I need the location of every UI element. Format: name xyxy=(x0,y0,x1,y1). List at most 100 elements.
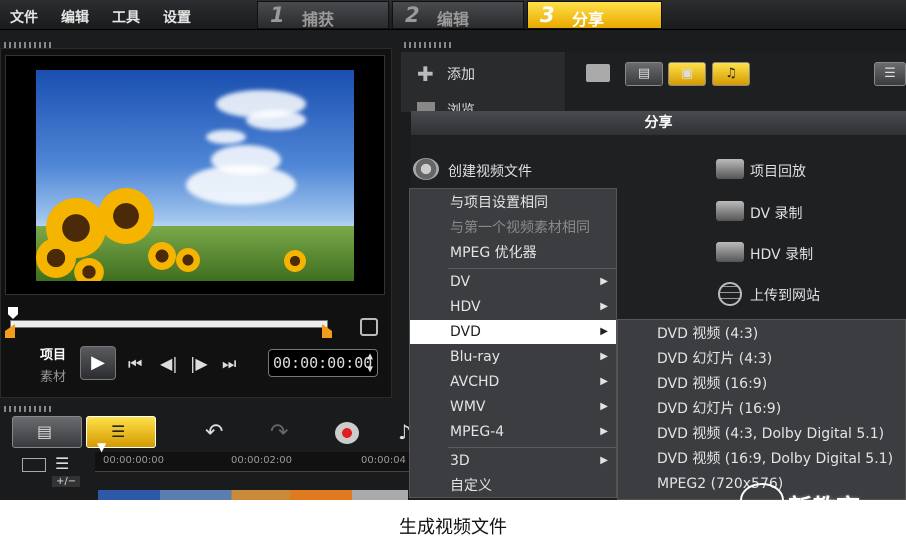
submenu-arrow-icon: ▶ xyxy=(600,326,608,337)
menu-item-label: 自定义 xyxy=(450,478,492,494)
submenu-item-dvd-video-4-3[interactable]: DVD 视频 (4:3) xyxy=(618,322,905,347)
submenu-item-dvd-video-4-3-dolby[interactable]: DVD 视频 (4:3, Dolby Digital 5.1) xyxy=(618,422,905,447)
add-button[interactable]: 添加 xyxy=(447,64,475,84)
timeline-icon: ☰ xyxy=(111,422,126,441)
next-frame-icon[interactable]: |▶ xyxy=(190,354,208,373)
submenu-item-dvd-video-16-9-dolby[interactable]: DVD 视频 (16:9, Dolby Digital 5.1) xyxy=(618,447,905,472)
music-note-icon: ♫ xyxy=(725,66,737,81)
menu-item-mpeg4[interactable]: MPEG-4 ▶ xyxy=(410,420,616,444)
dvd-submenu: DVD 视频 (4:3) DVD 幻灯片 (4:3) DVD 视频 (16:9)… xyxy=(617,319,906,500)
menu-item-label: WMV xyxy=(450,399,486,415)
scrubber-bar[interactable] xyxy=(10,320,328,328)
audio-filter-button[interactable]: ♫ xyxy=(712,62,750,86)
submenu-arrow-icon: ▶ xyxy=(600,401,608,412)
redo-icon[interactable]: ↷ xyxy=(270,420,288,445)
step-share-tab[interactable]: 3 分享 xyxy=(527,1,662,29)
menu-item-same-as-project[interactable]: 与项目设置相同 xyxy=(410,191,616,215)
upload-to-web-button[interactable]: 上传到网站 xyxy=(750,285,820,305)
menu-item-label: AVCHD xyxy=(450,374,500,390)
menu-item-custom[interactable]: 自定义 xyxy=(410,474,616,498)
menu-item-label: 与第一个视频素材相同 xyxy=(450,220,590,236)
undo-icon[interactable]: ↶ xyxy=(205,420,223,445)
play-button[interactable]: ▶ xyxy=(80,346,116,380)
menu-item-mpeg-optimizer[interactable]: MPEG 优化器 xyxy=(410,241,616,265)
timeline-ruler[interactable]: ▼ 00:00:00:00 00:00:02:00 00:00:04 xyxy=(95,440,410,472)
go-to-end-icon[interactable]: ⏭ xyxy=(222,354,236,374)
hdv-camera-icon xyxy=(716,242,744,262)
ruler-tick: 00:00:00:00 xyxy=(103,455,165,466)
submenu-arrow-icon: ▶ xyxy=(600,351,608,362)
preview-image xyxy=(36,70,354,281)
timecode-stepper-icon[interactable]: ▲ ▼ xyxy=(367,350,373,376)
menu-item-label: 与项目设置相同 xyxy=(450,195,548,211)
play-icon: ▶ xyxy=(91,352,105,373)
library-sidebar: ✚ 添加 浏览 xyxy=(401,52,565,119)
video-format-menu: 与项目设置相同 与第一个视频素材相同 MPEG 优化器 DV ▶ HDV ▶ D… xyxy=(409,188,617,498)
submenu-arrow-icon: ▶ xyxy=(600,301,608,312)
submenu-arrow-icon: ▶ xyxy=(600,276,608,287)
previous-frame-icon[interactable]: ◀| xyxy=(160,354,178,373)
picture-icon: ▣ xyxy=(680,66,694,81)
step-edit-tab[interactable]: 2 编辑 xyxy=(392,1,524,29)
menu-item-3d[interactable]: 3D ▶ xyxy=(410,449,616,473)
panel-grip[interactable] xyxy=(404,42,454,48)
video-filter-button[interactable]: ▤ xyxy=(625,62,663,86)
record-icon[interactable] xyxy=(335,422,359,444)
track-manager-icon[interactable] xyxy=(22,458,46,472)
enlarge-icon[interactable] xyxy=(360,318,378,336)
image-filter-button[interactable]: ▣ xyxy=(668,62,706,86)
go-to-start-icon[interactable]: ⏮ xyxy=(128,354,142,374)
playhead-icon[interactable]: ▼ xyxy=(97,440,106,454)
menu-item-dv[interactable]: DV ▶ xyxy=(410,270,616,294)
ruler-tick: 00:00:04 xyxy=(361,455,406,466)
list-icon: ☰ xyxy=(884,66,896,81)
list-view-button[interactable]: ☰ xyxy=(874,62,906,86)
chapter-icon[interactable]: ☰ xyxy=(55,454,69,473)
menu-item-dvd[interactable]: DVD ▶ xyxy=(410,320,616,344)
menu-item-label: Blu-ray xyxy=(450,349,501,365)
create-video-file-button[interactable]: 创建视频文件 xyxy=(448,161,532,181)
ruler-tick: 00:00:02:00 xyxy=(231,455,293,466)
menu-edit[interactable]: 编辑 xyxy=(61,7,89,27)
menu-separator xyxy=(448,268,616,269)
menu-item-avchd[interactable]: AVCHD ▶ xyxy=(410,370,616,394)
submenu-item-dvd-slideshow-4-3[interactable]: DVD 幻灯片 (4:3) xyxy=(618,347,905,372)
figure-caption: 生成视频文件 xyxy=(399,517,507,538)
menu-item-label: HDV xyxy=(450,299,481,315)
menu-item-label: 3D xyxy=(450,453,470,469)
timecode-field[interactable]: 00:00:00:00 ▲ ▼ xyxy=(268,349,378,377)
menu-file[interactable]: 文件 xyxy=(10,7,38,27)
video-track-thumbnails[interactable] xyxy=(98,490,408,500)
menu-separator xyxy=(448,447,616,448)
menu-item-hdv[interactable]: HDV ▶ xyxy=(410,295,616,319)
dv-record-button[interactable]: DV 录制 xyxy=(750,203,803,223)
step-number: 2 xyxy=(405,3,420,27)
menu-item-label: MPEG 优化器 xyxy=(450,245,537,261)
menu-tools[interactable]: 工具 xyxy=(112,7,140,27)
project-playback-button[interactable]: 项目回放 xyxy=(750,161,806,181)
submenu-arrow-icon: ▶ xyxy=(600,376,608,387)
dv-camera-icon xyxy=(716,201,744,221)
project-mode-label[interactable]: 项目 xyxy=(40,344,66,363)
playback-icon xyxy=(716,159,744,179)
submenu-item-dvd-slideshow-16-9[interactable]: DVD 幻灯片 (16:9) xyxy=(618,397,905,422)
folder-icon[interactable] xyxy=(586,64,610,82)
step-capture-tab[interactable]: 1 捕获 xyxy=(257,1,389,29)
preview-window xyxy=(5,55,385,295)
step-label: 分享 xyxy=(572,10,605,29)
app-window: 文件 编辑 工具 设置 1 捕获 2 编辑 3 分享 项目 素材 ▶ ⏮ ◀| … xyxy=(0,0,906,500)
hdv-record-button[interactable]: HDV 录制 xyxy=(750,244,813,264)
zoom-control[interactable]: +/− xyxy=(52,476,81,487)
submenu-item-dvd-video-16-9[interactable]: DVD 视频 (16:9) xyxy=(618,372,905,397)
menu-item-blu-ray[interactable]: Blu-ray ▶ xyxy=(410,345,616,369)
submenu-arrow-icon: ▶ xyxy=(600,426,608,437)
storyboard-view-button[interactable]: ▤ xyxy=(12,416,82,448)
storyboard-icon: ▤ xyxy=(37,422,53,441)
panel-grip[interactable] xyxy=(4,406,54,412)
menu-settings[interactable]: 设置 xyxy=(163,7,191,27)
submenu-arrow-icon: ▶ xyxy=(600,455,608,466)
clip-mode-label[interactable]: 素材 xyxy=(40,366,66,385)
menu-item-label: MPEG-4 xyxy=(450,424,505,440)
share-panel-title: 分享 xyxy=(411,111,906,135)
menu-item-wmv[interactable]: WMV ▶ xyxy=(410,395,616,419)
